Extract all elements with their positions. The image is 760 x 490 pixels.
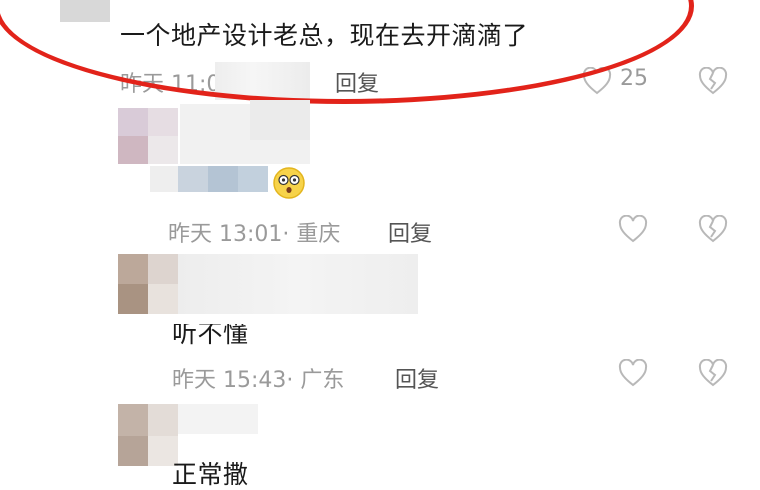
- avatar-pixel: [118, 284, 148, 314]
- comment-meta: 昨天 15:43· 广东: [172, 368, 345, 393]
- broken-heart-icon[interactable]: [696, 212, 730, 246]
- blurred-area: [215, 62, 310, 100]
- blurred-username: [250, 100, 310, 140]
- avatar[interactable]: [60, 0, 110, 22]
- avatar-pixel: [148, 284, 178, 314]
- blurred-username: [178, 254, 418, 314]
- reply-button[interactable]: 回复: [395, 362, 439, 394]
- avatar-pixel: [148, 404, 178, 436]
- comment-text: 听不懂: [172, 319, 249, 348]
- blurred-username: [178, 404, 258, 434]
- avatar[interactable]: [118, 108, 148, 136]
- reply-button[interactable]: 回复: [388, 216, 432, 248]
- heart-icon[interactable]: [580, 64, 614, 98]
- blurred-text: [208, 166, 238, 192]
- comment-text: 一个地产设计老总，现在去开滴滴了: [120, 21, 529, 50]
- broken-heart-icon[interactable]: [696, 64, 730, 98]
- avatar[interactable]: [118, 404, 148, 436]
- like-count: 25: [620, 66, 648, 91]
- avatar[interactable]: [118, 254, 148, 284]
- heart-icon[interactable]: [616, 356, 650, 390]
- avatar-pixel: [118, 136, 148, 164]
- blurred-text: [238, 166, 268, 192]
- comment-text: 正常撒: [172, 460, 249, 489]
- heart-icon[interactable]: [616, 212, 650, 246]
- avatar-pixel: [148, 254, 178, 284]
- broken-heart-icon[interactable]: [696, 356, 730, 390]
- avatar-pixel: [148, 136, 178, 164]
- comment-thread: 一个地产设计老总，现在去开滴滴了 昨天 11:0 回复 25 昨天 13:01·…: [0, 0, 760, 490]
- comment-meta: 昨天 13:01· 重庆: [168, 222, 341, 247]
- reply-button[interactable]: 回复: [335, 66, 379, 98]
- blurred-text: [178, 166, 208, 192]
- avatar-pixel: [148, 108, 178, 136]
- avatar-pixel: [118, 436, 148, 466]
- comment-meta: 昨天 11:0: [120, 72, 221, 97]
- shocked-emoji-icon: [272, 166, 306, 200]
- blurred-text: [150, 166, 178, 192]
